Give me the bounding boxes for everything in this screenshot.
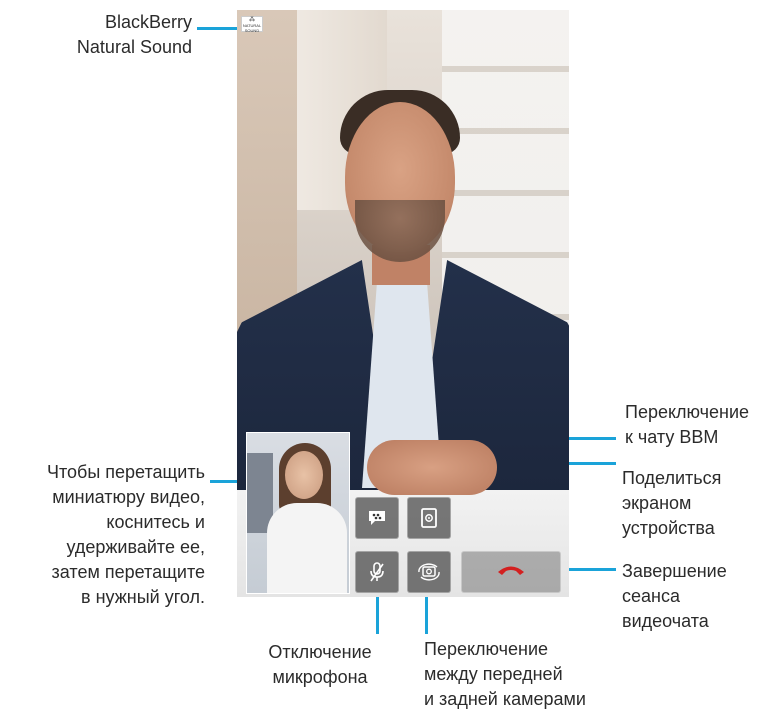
blackberry-natural-sound-logo-icon: ⁂ NATURAL SOUND xyxy=(241,16,263,33)
bbm-chat-button[interactable] xyxy=(355,497,399,539)
end-session-label: Завершение сеанса видеочата xyxy=(622,561,727,631)
camera-switch-icon xyxy=(417,563,441,581)
drag-thumbnail-label: Чтобы перетащить миниатюру видео, коснит… xyxy=(46,462,205,607)
caller-hands xyxy=(367,440,497,495)
share-screen-icon xyxy=(420,508,438,528)
thumbnail-body xyxy=(267,503,347,593)
mute-mic-label: Отключение микрофона xyxy=(268,642,372,687)
natural-sound-label: BlackBerry Natural Sound xyxy=(76,12,192,57)
share-screen-label: Поделиться экраном устройства xyxy=(622,468,722,538)
switch-camera-button[interactable] xyxy=(407,551,451,593)
video-chat-screen: ⁂ NATURAL SOUND xyxy=(237,10,569,597)
switch-camera-label: Переключение между передней и задней кам… xyxy=(424,639,586,709)
bbm-chat-icon xyxy=(367,509,387,527)
thumbnail-face xyxy=(285,451,323,499)
share-screen-button[interactable] xyxy=(407,497,451,539)
mute-microphone-button[interactable] xyxy=(355,551,399,593)
logo-text: NATURAL SOUND xyxy=(242,23,262,33)
self-view-thumbnail[interactable] xyxy=(246,432,350,594)
caller-beard xyxy=(355,200,445,262)
bbm-chat-label: Переключение к чату BBM xyxy=(625,402,750,447)
microphone-mute-icon xyxy=(368,562,386,582)
end-call-button[interactable] xyxy=(461,551,561,593)
end-call-icon xyxy=(496,563,526,582)
